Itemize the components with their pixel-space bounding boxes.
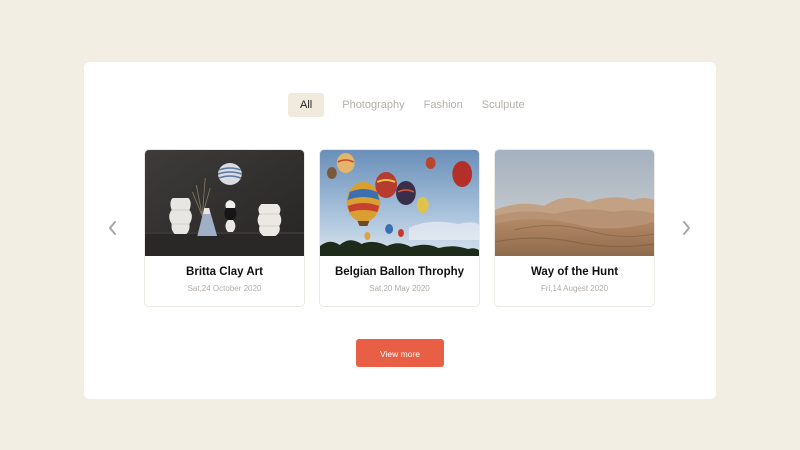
card-date: Sat,20 May 2020 xyxy=(369,284,430,293)
view-more-button[interactable]: View more xyxy=(356,339,444,367)
carousel-prev-button[interactable] xyxy=(106,219,120,237)
chevron-right-icon xyxy=(683,221,690,235)
card-date: Sat,24 October 2020 xyxy=(187,284,262,293)
card-title: Belgian Ballon Throphy xyxy=(334,266,465,278)
carousel-card[interactable]: Britta Clay Art Sat,24 October 2020 xyxy=(144,149,305,307)
carousel-card[interactable]: Belgian Ballon Throphy Sat,20 May 2020 xyxy=(319,149,480,307)
category-tabs: All Photography Fashion Sculpute xyxy=(288,93,535,117)
tab-fashion[interactable]: Fashion xyxy=(415,93,472,117)
tab-all[interactable]: All xyxy=(288,93,325,117)
card-title: Way of the Hunt xyxy=(530,266,619,278)
desert-dunes-photo xyxy=(495,150,654,256)
carousel-card[interactable]: Way of the Hunt Fri,14 Augest 2020 xyxy=(494,149,655,307)
tab-sculpute[interactable]: Sculpute xyxy=(473,93,534,117)
card-title: Britta Clay Art xyxy=(186,266,263,278)
hot-air-balloons-photo xyxy=(320,150,479,256)
carousel-next-button[interactable] xyxy=(680,219,694,237)
ceramic-vases-photo xyxy=(145,150,304,256)
tab-photography[interactable]: Photography xyxy=(333,93,413,117)
card-date: Fri,14 Augest 2020 xyxy=(540,284,609,293)
chevron-left-icon xyxy=(109,221,116,235)
